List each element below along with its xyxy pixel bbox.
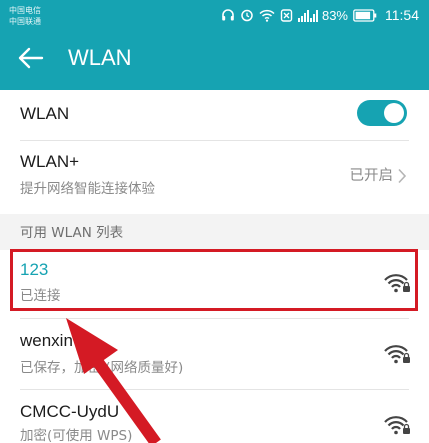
page-title: WLAN bbox=[68, 45, 132, 70]
alarm-icon bbox=[240, 8, 254, 22]
network-ssid: CMCC-UydU bbox=[20, 402, 120, 421]
wlan-plus-row[interactable]: WLAN+ 提升网络智能连接体验 已开启 bbox=[0, 141, 429, 214]
header-bar: 中国电信 中国联通 83% 11:54 WLAN bbox=[0, 0, 429, 90]
network-status: 已保存，加密 (网络质量好) bbox=[20, 360, 184, 376]
network-item-wenxin[interactable]: wenxin 已保存，加密 (网络质量好) bbox=[0, 319, 429, 389]
headset-icon bbox=[221, 8, 235, 22]
battery-icon bbox=[353, 8, 377, 22]
wlan-plus-description: 提升网络智能连接体验 bbox=[20, 181, 155, 197]
status-icons: 83% 11:54 bbox=[216, 6, 419, 24]
carrier-2: 中国联通 bbox=[9, 17, 41, 26]
wifi-lock-icon bbox=[384, 345, 410, 364]
wlan-label: WLAN bbox=[20, 104, 70, 123]
wifi-lock-icon bbox=[384, 416, 410, 435]
chevron-right-icon bbox=[398, 168, 407, 184]
signal-icon bbox=[297, 9, 318, 22]
network-status: 加密(可使用 WPS) bbox=[20, 428, 133, 443]
wifi-status-icon bbox=[259, 9, 275, 22]
toggle-knob bbox=[384, 103, 404, 123]
battery-percent: 83% bbox=[321, 7, 348, 23]
wlan-plus-label: WLAN+ bbox=[20, 152, 80, 171]
available-networks-header: 可用 WLAN 列表 bbox=[20, 225, 124, 241]
arrow-left-icon bbox=[18, 47, 44, 69]
clock: 11:54 bbox=[385, 7, 419, 23]
carrier-names: 中国电信 中国联通 bbox=[9, 5, 41, 27]
network-item-cmcc[interactable]: CMCC-UydU 加密(可使用 WPS) bbox=[0, 390, 429, 443]
silent-icon bbox=[280, 8, 293, 22]
network-ssid: wenxin bbox=[20, 331, 73, 350]
wlan-plus-status: 已开启 bbox=[349, 168, 394, 184]
highlight-box bbox=[10, 249, 418, 311]
wlan-toggle[interactable] bbox=[357, 100, 407, 126]
carrier-1: 中国电信 bbox=[9, 6, 41, 15]
back-button[interactable] bbox=[18, 44, 48, 72]
